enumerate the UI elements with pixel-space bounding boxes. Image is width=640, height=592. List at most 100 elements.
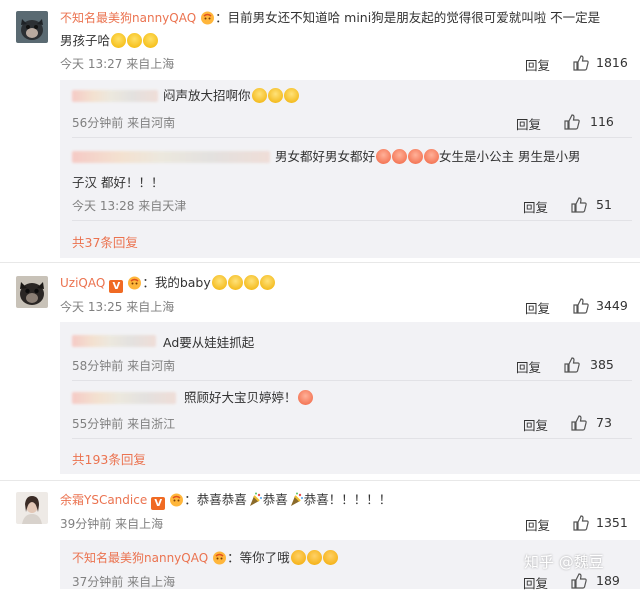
reply-button[interactable]: 回复 (525, 298, 550, 317)
like-count: 116 (590, 114, 614, 129)
comment-header: UziQAQ V ：我的baby (60, 273, 275, 293)
comment-header: 余霜YSCandice V ：恭喜恭喜 恭喜 恭喜！！！！！ (60, 490, 391, 510)
verified-badge-icon: V (151, 497, 166, 510)
like-count: 1816 (596, 55, 628, 70)
avatar[interactable] (16, 492, 48, 524)
reply-button[interactable]: 回复 (523, 197, 548, 216)
comment-text-line2: 男孩子哈 (60, 33, 111, 48)
location: 来自天津 (138, 199, 187, 213)
avatar[interactable] (16, 276, 48, 308)
thumbs-up-icon[interactable] (571, 415, 587, 431)
timestamp: 今天 13:25 (60, 300, 123, 314)
reply-button[interactable]: 回复 (525, 55, 550, 74)
reply-content: 闷声放大招啊你 (163, 86, 299, 105)
like-count: 3449 (596, 298, 628, 313)
location: 来自浙江 (127, 417, 176, 431)
kiss-emoji-icon (392, 149, 408, 164)
reply-text: Ad要从娃娃抓起 (163, 335, 255, 350)
timestamp: 39分钟前 (60, 517, 112, 531)
reply-text-cont: 女生是小公主 男生是小男 (439, 149, 581, 164)
blurred-username (72, 392, 176, 404)
like-count: 1351 (596, 515, 628, 530)
party-popper-icon (249, 492, 262, 506)
more-replies-link[interactable]: 共37条回复 (72, 232, 138, 251)
comment-header: 不知名最美狗nannyQAQ ：目前男女还不知道哈 mini狗是朋友起的觉得很可爱… (60, 8, 600, 27)
location: 来自上海 (126, 57, 175, 71)
cry-emoji-icon (227, 275, 243, 290)
blurred-username (72, 335, 156, 347)
comment-text-cont: 恭喜 (262, 492, 288, 507)
reply-meta: 今天 13:28 来自天津 (72, 197, 186, 214)
location: 来自河南 (127, 116, 176, 130)
comment-meta: 今天 13:25 来自上海 (60, 298, 174, 315)
thumbs-up-icon[interactable] (573, 55, 589, 71)
cry-emoji-icon (267, 88, 283, 103)
fan-badge-icon (127, 276, 142, 290)
timestamp: 58分钟前 (72, 359, 124, 373)
reply-text: ：等你了哦 (227, 550, 290, 565)
fan-badge-icon (169, 493, 184, 507)
verified-badge-icon: V (109, 280, 124, 293)
reply-meta: 58分钟前 来自河南 (72, 357, 175, 374)
laugh-emoji-icon (127, 33, 143, 48)
like-count: 385 (590, 357, 614, 372)
divider (72, 380, 632, 381)
reply-content: 不知名最美狗nannyQAQ ：等你了哦 (72, 548, 338, 567)
blurred-username (72, 151, 270, 163)
comment-text: ：目前男女还不知道哈 mini狗是朋友起的觉得很可爱就叫啦 不一定是 (215, 10, 601, 25)
reply-button[interactable]: 回复 (523, 415, 548, 434)
reply-meta: 56分钟前 来自河南 (72, 114, 175, 131)
more-replies-link[interactable]: 共193条回复 (72, 449, 146, 468)
thumbs-up-icon[interactable] (571, 197, 587, 213)
like-count: 51 (596, 197, 612, 212)
reply-text: 照顾好大宝贝婷婷！ (184, 390, 297, 405)
kiss-emoji-icon (408, 149, 424, 164)
cry-emoji-icon (251, 88, 267, 103)
thumbs-up-icon[interactable] (564, 114, 580, 130)
location: 来自上海 (126, 300, 175, 314)
reply-content: 照顾好大宝贝婷婷！ (184, 388, 313, 407)
username[interactable]: 不知名最美狗nannyQAQ (72, 551, 208, 565)
cry-emoji-icon (211, 275, 227, 290)
comment-text-cont: 恭喜！！！！！ (303, 492, 392, 507)
cry-emoji-icon (283, 88, 299, 103)
reply-button[interactable]: 回复 (525, 515, 550, 534)
heart-eyes-emoji-icon (322, 550, 338, 565)
thumbs-up-icon[interactable] (571, 573, 587, 589)
reply-button[interactable]: 回复 (516, 114, 541, 133)
heart-eyes-emoji-icon (290, 550, 306, 565)
comment-divider (0, 262, 640, 263)
location: 来自上海 (127, 575, 176, 589)
divider (72, 438, 632, 439)
kiss-emoji-icon (376, 149, 392, 164)
username[interactable]: UziQAQ (60, 276, 105, 290)
thumbs-up-icon[interactable] (573, 298, 589, 314)
timestamp: 37分钟前 (72, 575, 124, 589)
timestamp: 55分钟前 (72, 417, 124, 431)
comment-text-cont: 男孩子哈 (60, 31, 159, 50)
like-count: 189 (596, 573, 620, 588)
avatar[interactable] (16, 11, 48, 43)
reply-button[interactable]: 回复 (523, 573, 548, 592)
comment-meta: 39分钟前 来自上海 (60, 515, 163, 532)
fan-badge-icon (200, 11, 215, 25)
heart-eyes-emoji-icon (306, 550, 322, 565)
reply-button[interactable]: 回复 (516, 357, 541, 376)
kiss-emoji-icon (424, 149, 440, 164)
thumbs-up-icon[interactable] (573, 515, 589, 531)
blurred-username (72, 90, 158, 102)
username[interactable]: 余霜YSCandice (60, 493, 147, 507)
fan-badge-icon (212, 551, 227, 565)
like-count: 73 (596, 415, 612, 430)
kiss-emoji-icon (297, 390, 313, 405)
comment-text: ：恭喜恭喜 (184, 492, 247, 507)
comment-divider (0, 480, 640, 481)
party-popper-icon (290, 492, 303, 506)
thumbs-up-icon[interactable] (564, 357, 580, 373)
reply-list (60, 80, 640, 258)
reply-meta: 37分钟前 来自上海 (72, 573, 175, 590)
laugh-emoji-icon (111, 33, 127, 48)
username[interactable]: 不知名最美狗nannyQAQ (60, 11, 196, 25)
reply-text-line2: 子汉 都好！！！ (72, 175, 164, 190)
reply-content: 男女都好男女都好 女生是小公主 男生是小男 (275, 147, 581, 166)
